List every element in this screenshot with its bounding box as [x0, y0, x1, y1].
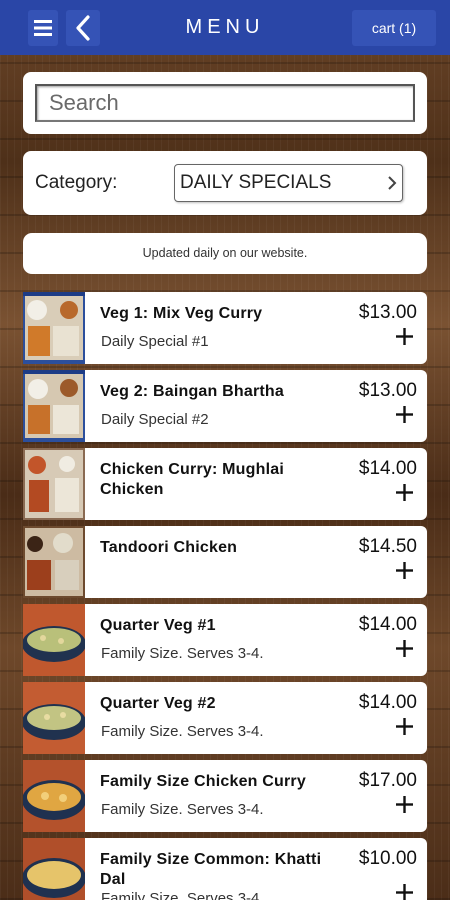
item-name: Veg 2: Baingan Bhartha — [100, 383, 284, 400]
item-price: $10.00 — [358, 848, 417, 869]
search-input[interactable] — [35, 84, 415, 122]
top-nav-bar: MENU cart (1) — [0, 0, 450, 55]
food-thumbnail — [23, 370, 85, 442]
item-subtitle: Family Size. Serves 3-4. — [101, 645, 264, 662]
category-selected-value: DAILY SPECIALS — [180, 172, 332, 193]
plus-icon[interactable] — [396, 562, 413, 579]
item-price: $13.00 — [358, 380, 417, 401]
menu-item[interactable]: Tandoori Chicken $14.50 — [23, 526, 427, 598]
item-subtitle: Family Size. Serves 3-4. — [101, 723, 264, 740]
food-thumbnail — [23, 760, 85, 832]
cart-button[interactable]: cart (1) — [352, 10, 436, 46]
plus-icon[interactable] — [396, 640, 413, 657]
category-select[interactable]: DAILY SPECIALS — [174, 164, 403, 202]
item-name: Family Size Chicken Curry — [100, 773, 306, 790]
item-name: Veg 1: Mix Veg Curry — [100, 305, 263, 322]
food-thumbnail — [23, 838, 85, 900]
item-subtitle: Daily Special #1 — [101, 333, 209, 350]
chevron-right-icon — [388, 176, 397, 190]
menu-button[interactable] — [28, 10, 58, 46]
food-thumbnail — [23, 526, 85, 598]
item-price: $13.00 — [358, 302, 417, 323]
page-title: MENU — [185, 16, 265, 38]
item-price: $14.00 — [358, 614, 417, 635]
plus-icon[interactable] — [396, 328, 413, 345]
menu-item[interactable]: Veg 2: Baingan Bhartha Daily Special #2 … — [23, 370, 427, 442]
food-thumbnail — [23, 604, 85, 676]
search-card — [23, 72, 427, 134]
menu-item[interactable]: Quarter Veg #2 Family Size. Serves 3-4. … — [23, 682, 427, 754]
food-thumbnail — [23, 682, 85, 754]
plus-icon[interactable] — [396, 484, 413, 501]
item-name: Quarter Veg #2 — [100, 695, 216, 712]
item-subtitle: Family Size. Serves 3-4. — [101, 890, 264, 900]
food-thumbnail — [23, 448, 85, 520]
menu-item[interactable]: Family Size Common: Khatti Dal Family Si… — [23, 838, 427, 900]
plus-icon[interactable] — [396, 718, 413, 735]
category-label: Category: — [35, 172, 118, 193]
item-name: Quarter Veg #1 — [100, 617, 216, 634]
category-card: Category: DAILY SPECIALS — [23, 151, 427, 215]
item-subtitle: Daily Special #2 — [101, 411, 209, 428]
food-thumbnail — [23, 292, 85, 364]
info-note-text: Updated daily on our website. — [142, 246, 308, 260]
item-name: Chicken Curry: Mughlai Chicken — [100, 461, 284, 498]
item-name: Family Size Common: Khatti Dal — [100, 851, 322, 888]
plus-icon[interactable] — [396, 884, 413, 900]
plus-icon[interactable] — [396, 796, 413, 813]
item-price: $14.50 — [358, 536, 417, 557]
chevron-left-icon — [76, 15, 90, 41]
menu-item[interactable]: Family Size Chicken Curry Family Size. S… — [23, 760, 427, 832]
menu-item[interactable]: Veg 1: Mix Veg Curry Daily Special #1 $1… — [23, 292, 427, 364]
info-note-card: Updated daily on our website. — [23, 233, 427, 274]
back-button[interactable] — [66, 10, 100, 46]
item-subtitle: Family Size. Serves 3-4. — [101, 801, 264, 818]
item-price: $14.00 — [358, 692, 417, 713]
hamburger-icon — [34, 20, 52, 36]
menu-item[interactable]: Chicken Curry: Mughlai Chicken $14.00 — [23, 448, 427, 520]
plus-icon[interactable] — [396, 406, 413, 423]
item-price: $17.00 — [358, 770, 417, 791]
item-price: $14.00 — [358, 458, 417, 479]
item-name: Tandoori Chicken — [100, 539, 238, 556]
menu-item[interactable]: Quarter Veg #1 Family Size. Serves 3-4. … — [23, 604, 427, 676]
